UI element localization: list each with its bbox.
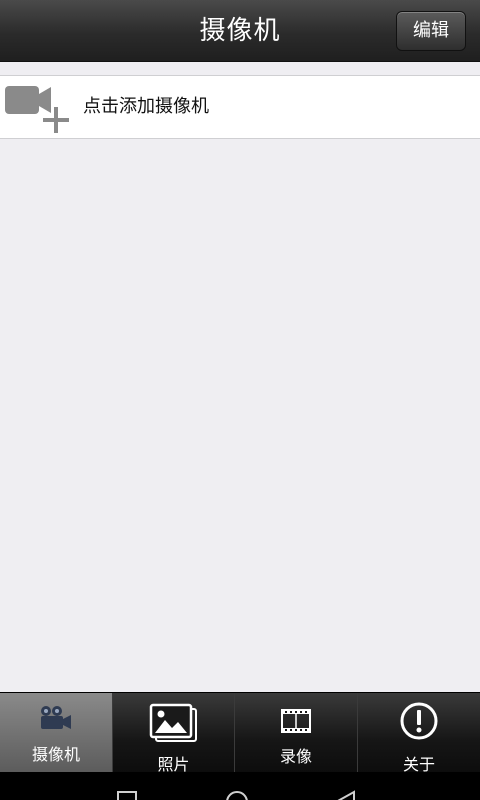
back-icon[interactable] <box>334 790 356 800</box>
info-icon <box>400 702 438 740</box>
tab-about[interactable]: 关于 <box>358 693 480 774</box>
tab-recordings[interactable]: 录像 <box>235 693 358 772</box>
tab-recordings-label: 录像 <box>279 747 312 766</box>
tab-camera[interactable]: 摄像机 <box>0 693 113 772</box>
camera-tab-icon <box>41 706 71 729</box>
system-nav-bar <box>0 772 480 800</box>
title-bar: 摄像机 编辑 <box>0 0 480 62</box>
add-camera-label: 点击添加摄像机 <box>83 96 209 117</box>
film-icon <box>281 709 311 733</box>
photo-icon <box>149 703 197 742</box>
tab-bar: 摄像机 照片 录像 关于 <box>0 692 480 774</box>
add-camera-row[interactable]: 点击添加摄像机 <box>0 75 480 139</box>
recent-apps-icon[interactable] <box>116 790 138 800</box>
home-icon[interactable] <box>224 790 250 800</box>
video-camera-add-icon <box>5 86 69 133</box>
tab-photos[interactable]: 照片 <box>113 693 235 774</box>
edit-button[interactable]: 编辑 <box>396 11 466 51</box>
tab-camera-label: 摄像机 <box>31 745 80 764</box>
